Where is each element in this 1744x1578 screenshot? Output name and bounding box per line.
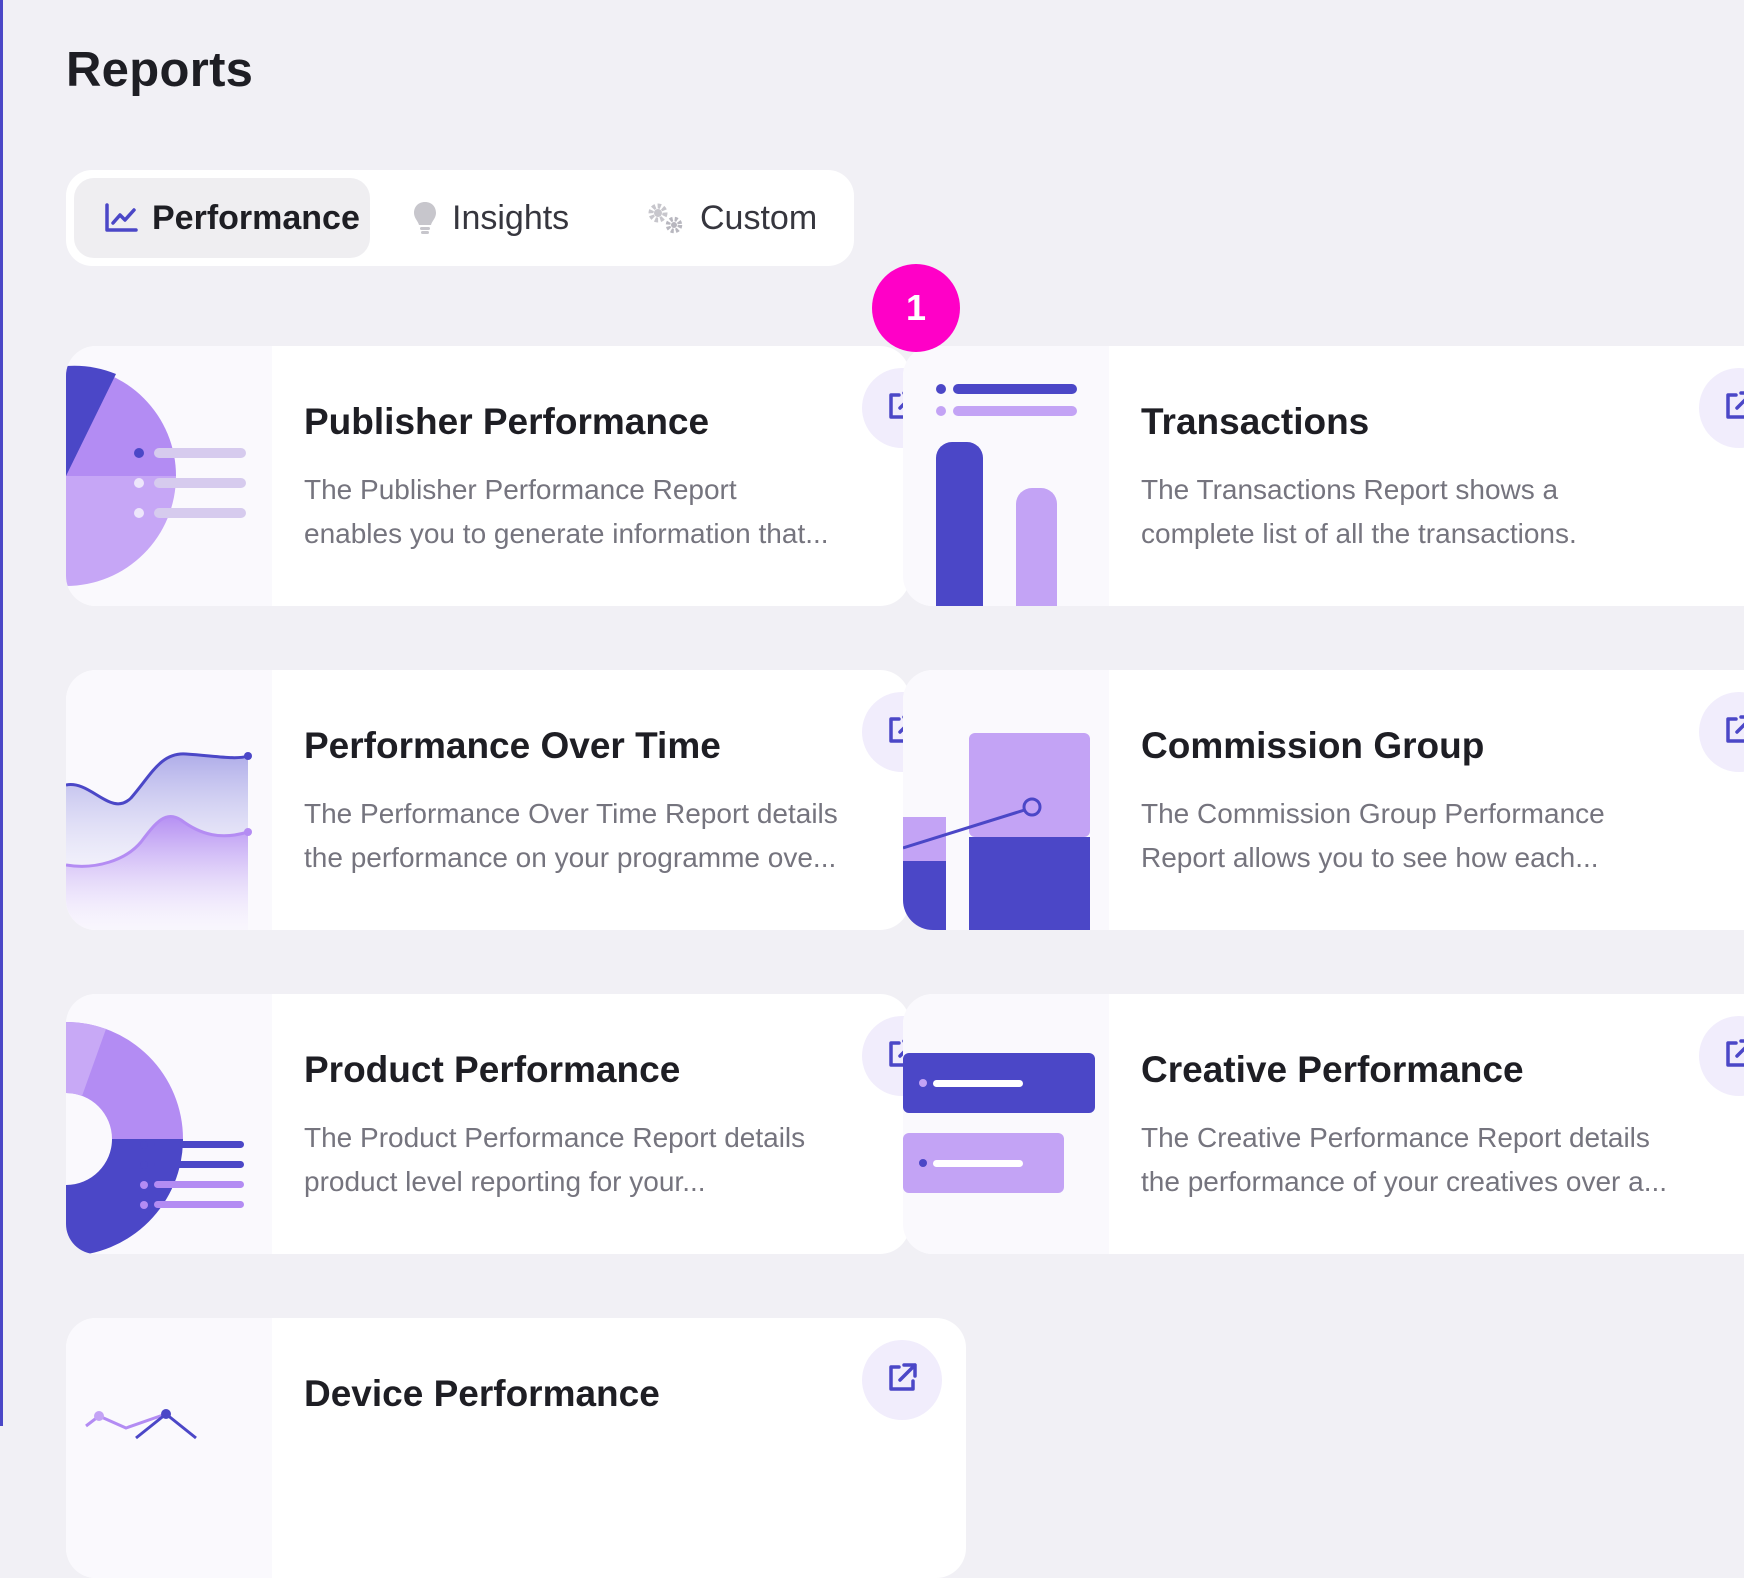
card-title: Publisher Performance [304, 401, 710, 442]
card-description: The Commission Group Performance Report … [1141, 792, 1711, 880]
tab-custom[interactable]: Custom [646, 178, 846, 258]
window-edge [0, 0, 3, 1426]
description-line: the performance on your programme ove... [304, 842, 837, 873]
card-title: Performance Over Time [304, 725, 721, 766]
open-external-icon [885, 1361, 919, 1400]
card-illustration [66, 1318, 272, 1578]
description-line: product level reporting for your... [304, 1166, 706, 1197]
open-report-button[interactable] [1699, 692, 1744, 772]
report-card-performance-over-time[interactable]: Performance Over Time The Performance Ov… [66, 670, 910, 930]
description-line: The Commission Group Performance [1141, 798, 1605, 829]
description-line: Report allows you to see how each... [1141, 842, 1599, 873]
card-description: The Performance Over Time Report details… [304, 792, 874, 880]
report-card-commission-group[interactable]: Commission Group The Commission Group Pe… [903, 670, 1744, 930]
card-title: Product Performance [304, 1049, 681, 1090]
card-illustration [903, 346, 1109, 606]
report-card-transactions[interactable]: Transactions The Transactions Report sho… [903, 346, 1744, 606]
card-description: The Creative Performance Report details … [1141, 1116, 1711, 1204]
open-external-icon [1722, 713, 1744, 752]
tab-label: Custom [700, 198, 818, 237]
gears-icon [646, 201, 686, 235]
description-line: enables you to generate information that… [304, 518, 829, 549]
description-line: The Creative Performance Report details [1141, 1122, 1650, 1153]
description-line: The Performance Over Time Report details [304, 798, 838, 829]
report-card-creative-performance[interactable]: Creative Performance The Creative Perfor… [903, 994, 1744, 1254]
card-illustration [903, 670, 1109, 930]
card-illustration [66, 670, 272, 930]
card-illustration [66, 994, 272, 1254]
card-title: Device Performance [304, 1373, 660, 1414]
open-report-button[interactable] [1699, 1016, 1744, 1096]
card-description: The Publisher Performance Report enables… [304, 468, 874, 556]
tab-label: Performance [152, 198, 360, 237]
description-line: The Publisher Performance Report [304, 474, 737, 505]
tab-insights[interactable]: Insights [412, 178, 602, 258]
description-line: the performance of your creatives over a… [1141, 1166, 1668, 1197]
line-chart-icon [104, 203, 138, 233]
card-illustration [66, 346, 272, 606]
card-title: Transactions [1141, 401, 1370, 442]
card-illustration [903, 994, 1109, 1254]
lightbulb-icon [412, 200, 438, 236]
open-external-icon [1722, 1037, 1744, 1076]
card-title: Creative Performance [1141, 1049, 1524, 1090]
report-card-publisher-performance[interactable]: Publisher Performance The Publisher Perf… [66, 346, 910, 606]
description-line: The Product Performance Report details [304, 1122, 806, 1153]
description-line: The Transactions Report shows a [1141, 474, 1559, 505]
report-card-product-performance[interactable]: Product Performance The Product Performa… [66, 994, 910, 1254]
open-report-button[interactable] [1699, 368, 1744, 448]
report-card-device-performance[interactable]: Device Performance [66, 1318, 966, 1578]
card-description: The Product Performance Report details p… [304, 1116, 874, 1204]
tab-performance[interactable]: Performance [74, 178, 370, 258]
card-description: The Transactions Report shows a complete… [1141, 468, 1711, 556]
page-title: Reports [66, 43, 254, 97]
open-report-button[interactable] [862, 1340, 942, 1420]
step-badge: 1 [872, 264, 960, 352]
report-tabs: Performance Insights Custom [66, 170, 854, 266]
open-external-icon [1722, 389, 1744, 428]
description-line: complete list of all the transactions. [1141, 518, 1577, 549]
tab-label: Insights [452, 198, 570, 237]
card-title: Commission Group [1141, 725, 1485, 766]
